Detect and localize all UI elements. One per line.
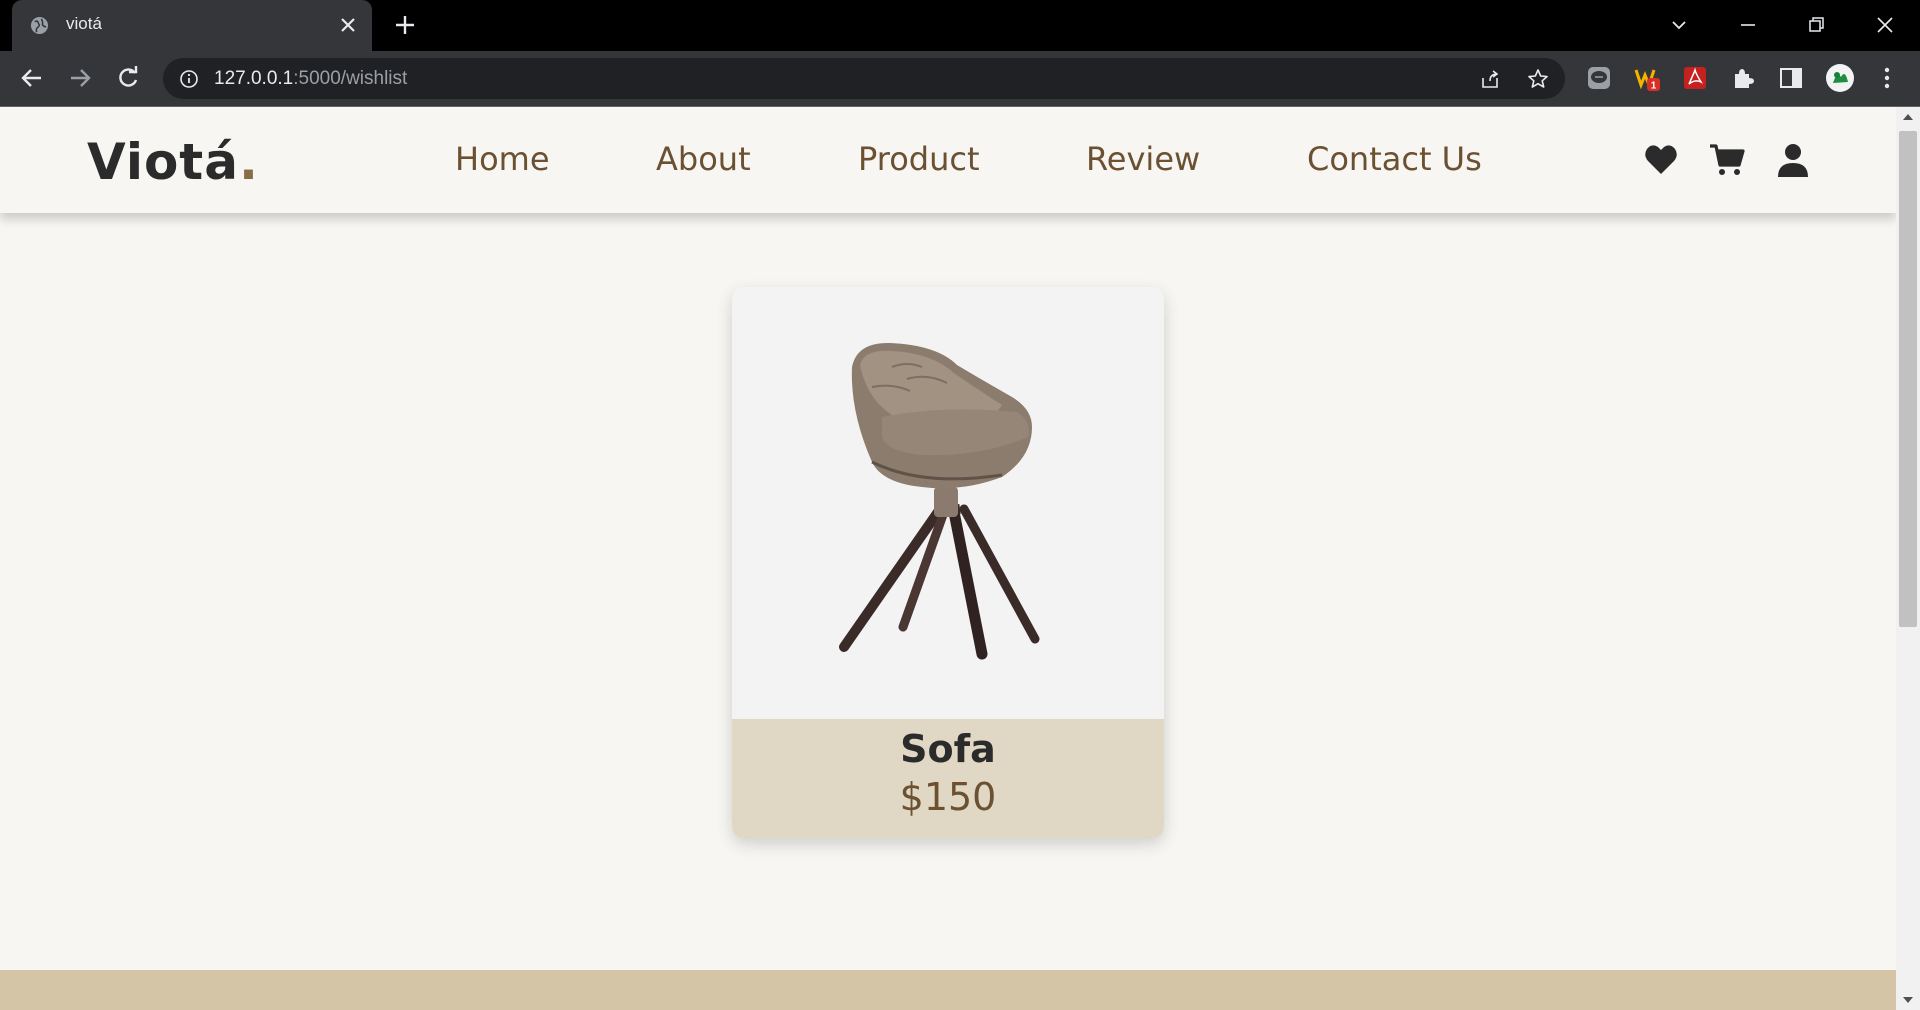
bookmark-star-icon[interactable] bbox=[1527, 68, 1549, 90]
product-price: $150 bbox=[899, 775, 997, 819]
tab-search-icon[interactable] bbox=[1664, 10, 1694, 40]
minimize-icon[interactable] bbox=[1733, 10, 1763, 40]
restore-icon[interactable] bbox=[1801, 10, 1831, 40]
chat-extension-icon[interactable] bbox=[1586, 65, 1612, 91]
close-window-icon[interactable] bbox=[1870, 10, 1900, 40]
url-text: 127.0.0.1:5000/wishlist bbox=[214, 68, 408, 89]
heart-icon[interactable] bbox=[1643, 142, 1679, 178]
nav-product[interactable]: Product bbox=[858, 140, 980, 178]
tab-title: viotá bbox=[66, 14, 102, 33]
wishlist-item-card[interactable]: Sofa $150 bbox=[732, 287, 1164, 838]
nav-contact-us[interactable]: Contact Us bbox=[1307, 140, 1482, 178]
card-details: Sofa $150 bbox=[732, 719, 1164, 838]
site-logo[interactable]: Viotá. bbox=[87, 133, 259, 191]
product-name[interactable]: Sofa bbox=[732, 727, 1164, 771]
browser-tab-bar: viotá bbox=[0, 0, 1920, 51]
scroll-down-arrow-icon[interactable] bbox=[1896, 990, 1920, 1010]
chair-illustration bbox=[839, 342, 1040, 660]
reload-icon[interactable] bbox=[114, 64, 142, 92]
nav-home[interactable]: Home bbox=[455, 140, 550, 178]
scroll-up-arrow-icon[interactable] bbox=[1896, 107, 1920, 127]
close-tab-icon[interactable] bbox=[336, 13, 360, 37]
browser-tab[interactable]: viotá bbox=[12, 0, 372, 51]
extension-badge: 1 bbox=[1651, 81, 1657, 92]
forward-arrow-icon[interactable] bbox=[66, 64, 94, 92]
profile-avatar-icon[interactable] bbox=[1825, 63, 1855, 93]
nav-review[interactable]: Review bbox=[1086, 140, 1200, 178]
footer-strip bbox=[0, 970, 1896, 1010]
address-bar[interactable]: 127.0.0.1:5000/wishlist bbox=[163, 58, 1565, 99]
side-panel-icon[interactable] bbox=[1778, 65, 1804, 91]
page-viewport: Viotá. Home About Product Review Contact… bbox=[0, 107, 1896, 1010]
browser-menu-icon[interactable] bbox=[1874, 65, 1900, 91]
site-info-icon[interactable] bbox=[179, 69, 199, 89]
w-extension-icon[interactable]: 1 bbox=[1634, 65, 1660, 91]
nav-about[interactable]: About bbox=[656, 140, 751, 178]
globe-icon bbox=[30, 16, 49, 35]
cart-icon[interactable] bbox=[1709, 142, 1745, 178]
user-icon[interactable] bbox=[1775, 142, 1811, 178]
browser-toolbar: 127.0.0.1:5000/wishlist bbox=[0, 51, 1920, 106]
puzzle-extensions-icon[interactable] bbox=[1730, 65, 1756, 91]
site-header: Viotá. Home About Product Review Contact… bbox=[0, 107, 1896, 213]
page-scrollbar[interactable] bbox=[1896, 107, 1920, 1010]
share-icon[interactable] bbox=[1479, 68, 1501, 90]
new-tab-icon[interactable] bbox=[392, 12, 418, 38]
back-arrow-icon[interactable] bbox=[18, 64, 46, 92]
pdf-extension-icon[interactable] bbox=[1682, 65, 1708, 91]
scroll-thumb[interactable] bbox=[1899, 131, 1917, 627]
chair-image[interactable] bbox=[732, 287, 1164, 719]
